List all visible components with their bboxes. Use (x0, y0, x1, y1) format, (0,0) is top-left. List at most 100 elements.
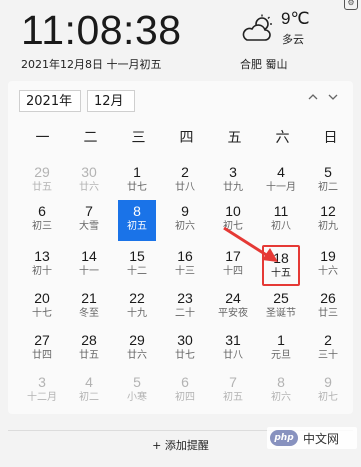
cloudy-weather-icon (242, 14, 272, 41)
calendar-day[interactable]: 2 三十 (309, 329, 347, 370)
weather-condition: 多云 (282, 33, 304, 46)
day-number: 6 (181, 374, 189, 390)
day-number: 13 (34, 248, 50, 264)
calendar-day[interactable]: 31 廿八 (214, 329, 252, 370)
weekday-label: 四 (179, 130, 194, 146)
calendar-day[interactable]: 4 初二 (70, 371, 108, 412)
day-number: 5 (133, 374, 141, 390)
calendar-day[interactable]: 8 初六 (262, 371, 300, 412)
day-number: 16 (177, 248, 193, 264)
lunar-date: 十二月 (27, 392, 57, 403)
day-number: 2 (181, 164, 189, 180)
calendar-day[interactable]: 21 冬至 (70, 287, 108, 328)
day-number: 8 (133, 203, 141, 219)
settings-icon[interactable]: ⚙ (344, 0, 358, 10)
calendar-day-today[interactable]: 8 初五 (118, 200, 156, 241)
day-number: 7 (229, 374, 237, 390)
calendar-day[interactable]: 29 廿五 (23, 161, 61, 202)
calendar-day[interactable]: 27 廿四 (23, 329, 61, 370)
calendar-day[interactable]: 20 十七 (23, 287, 61, 328)
calendar-day[interactable]: 7 大雪 (70, 200, 108, 241)
lunar-date: 初九 (318, 221, 338, 232)
calendar-day[interactable]: 9 初六 (166, 200, 204, 241)
clock-header: 11:08:38 2021年12月8日 十一月初五 9℃ 多云 合肥 蜀山 ⚙ (0, 0, 361, 78)
weekday-label: 一 (35, 130, 50, 146)
weekday-label: 二 (83, 130, 98, 146)
lunar-date: 冬至 (79, 308, 99, 319)
day-number: 11 (273, 203, 289, 219)
day-number: 1 (277, 332, 285, 348)
weekday-header: 一 二 三 四 五 六 日 (19, 127, 349, 147)
day-number: 3 (229, 164, 237, 180)
calendar-day[interactable]: 16 十三 (166, 245, 204, 286)
calendar-day[interactable]: 19 十六 (309, 245, 347, 286)
day-number: 23 (177, 290, 193, 306)
day-number: 19 (320, 248, 336, 264)
day-number: 8 (277, 374, 285, 390)
day-number: 26 (320, 290, 336, 306)
location[interactable]: 合肥 蜀山 (240, 56, 288, 72)
day-number: 30 (81, 164, 97, 180)
chevron-up-icon[interactable] (306, 91, 320, 107)
lunar-date: 十九 (127, 308, 147, 319)
calendar-day[interactable]: 24 平安夜 (214, 287, 252, 328)
day-number: 20 (34, 290, 50, 306)
calendar-day[interactable]: 5 小寒 (118, 371, 156, 412)
day-number: 3 (38, 374, 46, 390)
calendar-day[interactable]: 7 初五 (214, 371, 252, 412)
calendar-day[interactable]: 4 十一月 (262, 161, 300, 202)
red-arrow-annotation (223, 226, 278, 262)
calendar-day[interactable]: 15 十二 (118, 245, 156, 286)
calendar-day[interactable]: 12 初九 (309, 200, 347, 241)
month-select[interactable]: 12月 (87, 90, 135, 112)
day-number: 29 (129, 332, 145, 348)
calendar-day[interactable]: 23 二十 (166, 287, 204, 328)
lunar-date: 大雪 (79, 221, 99, 232)
day-number: 30 (177, 332, 193, 348)
calendar-day[interactable]: 3 十二月 (23, 371, 61, 412)
calendar-day[interactable]: 28 廿五 (70, 329, 108, 370)
calendar-day[interactable]: 9 初七 (309, 371, 347, 412)
lunar-date: 廿八 (175, 182, 195, 193)
calendar-day[interactable]: 1 元旦 (262, 329, 300, 370)
day-number: 1 (133, 164, 141, 180)
lunar-date: 廿三 (318, 308, 338, 319)
day-number: 12 (320, 203, 336, 219)
calendar-day[interactable]: 3 廿九 (214, 161, 252, 202)
calendar-day[interactable]: 26 廿三 (309, 287, 347, 328)
weekday-label: 五 (227, 130, 242, 146)
lunar-date: 二十 (175, 308, 195, 319)
calendar-day[interactable]: 5 初二 (309, 161, 347, 202)
php-logo: php (270, 430, 298, 446)
lunar-date: 初二 (318, 182, 338, 193)
day-number: 14 (81, 248, 97, 264)
calendar-day[interactable]: 30 廿六 (70, 161, 108, 202)
calendar-day[interactable]: 6 初三 (23, 200, 61, 241)
calendar-day[interactable]: 13 初十 (23, 245, 61, 286)
weekday-label: 六 (275, 130, 290, 146)
lunar-date: 十六 (318, 266, 338, 277)
lunar-date: 初四 (175, 392, 195, 403)
calendar-day[interactable]: 6 初四 (166, 371, 204, 412)
calendar-panel: 2021年 12月 一 二 三 四 五 六 日 29 廿五 30 廿六 1 廿七 2 廿八 3 廿… (8, 81, 353, 414)
calendar-day[interactable]: 14 十一 (70, 245, 108, 286)
day-number: 24 (225, 290, 241, 306)
day-number: 31 (225, 332, 241, 348)
calendar-day[interactable]: 25 圣诞节 (262, 287, 300, 328)
lunar-date: 十三 (175, 266, 195, 277)
calendar-day[interactable]: 29 廿六 (118, 329, 156, 370)
calendar-day[interactable]: 2 廿八 (166, 161, 204, 202)
calendar-day[interactable]: 22 十九 (118, 287, 156, 328)
lunar-date: 十四 (223, 266, 243, 277)
calendar-day[interactable]: 30 廿七 (166, 329, 204, 370)
lunar-date: 十一月 (266, 182, 296, 193)
day-number: 4 (277, 164, 285, 180)
chevron-down-icon[interactable] (326, 91, 340, 107)
lunar-date: 初五 (127, 221, 147, 232)
lunar-date: 初二 (79, 392, 99, 403)
year-select[interactable]: 2021年 (19, 90, 81, 112)
day-number: 7 (85, 203, 93, 219)
lunar-date: 廿五 (32, 182, 52, 193)
calendar-day[interactable]: 1 廿七 (118, 161, 156, 202)
lunar-date: 三十 (318, 350, 338, 361)
